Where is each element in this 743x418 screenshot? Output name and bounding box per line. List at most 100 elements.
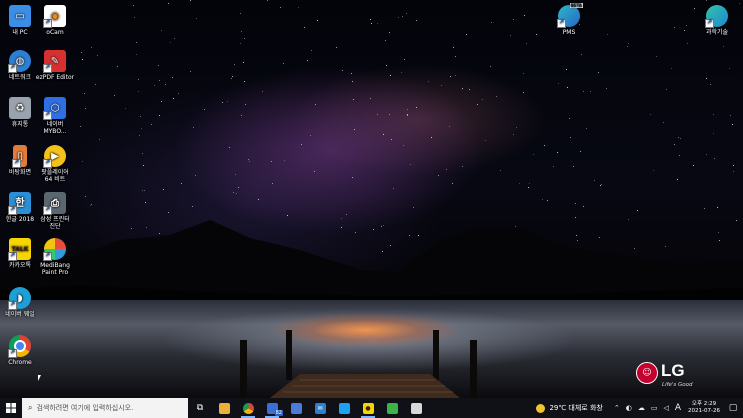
star bbox=[466, 34, 467, 35]
star bbox=[678, 137, 679, 138]
desktop-icon-ocam[interactable]: ◉ ↗ oCam bbox=[35, 5, 75, 36]
star bbox=[694, 8, 695, 9]
desktop-icon-potplayer[interactable]: ▶ ↗ 팟플레이어 64 비트 bbox=[35, 145, 75, 183]
recycle-bin-icon: ♻ bbox=[9, 97, 31, 119]
star bbox=[706, 154, 707, 155]
weather-widget[interactable]: 29℃ 대체로 화창 bbox=[536, 403, 603, 413]
star bbox=[491, 22, 492, 23]
desktop-icon-kakaotalk[interactable]: TALK ↗ 카카오톡 bbox=[0, 238, 40, 269]
star bbox=[351, 73, 352, 74]
taskbar-store[interactable] bbox=[284, 398, 308, 418]
star bbox=[136, 54, 137, 55]
desktop-icon-samsung-printer[interactable]: ⎙ ↗ 삼성 프린터 진단 bbox=[35, 192, 75, 230]
desktop-icon-network[interactable]: ◍ ↗ 네트워크 bbox=[0, 50, 40, 81]
desktop-icon-recycle-bin[interactable]: ♻ 휴지통 bbox=[0, 97, 40, 128]
star bbox=[283, 63, 284, 64]
star bbox=[723, 46, 724, 47]
star bbox=[733, 165, 734, 166]
star bbox=[234, 64, 235, 65]
star bbox=[706, 78, 707, 79]
star bbox=[190, 71, 191, 72]
taskbar-kakaotalk[interactable]: ● bbox=[356, 398, 380, 418]
star bbox=[523, 92, 524, 93]
star bbox=[580, 151, 581, 152]
folder-icon bbox=[218, 402, 230, 414]
notification-center-icon[interactable]: ▢ bbox=[726, 403, 740, 413]
desktop-icon-science-tech[interactable]: ↗ 과학기술 bbox=[697, 5, 737, 36]
mouse-cursor-icon bbox=[38, 375, 41, 381]
star bbox=[490, 66, 491, 67]
star bbox=[161, 101, 162, 102]
network-tray-icon[interactable]: ▭ bbox=[651, 404, 658, 412]
star bbox=[687, 43, 688, 44]
mail-icon: ✉ bbox=[314, 402, 326, 414]
desktop-icon-medibang[interactable]: ↗ MediBang Paint Pro bbox=[35, 238, 75, 276]
star bbox=[142, 153, 143, 154]
star bbox=[529, 183, 530, 184]
star bbox=[677, 179, 678, 180]
star bbox=[679, 155, 680, 156]
star bbox=[271, 161, 272, 162]
desktop-icon-naver-whale[interactable]: ◗ ↗ 네이버 웨일 bbox=[0, 287, 40, 318]
taskbar-hwp[interactable] bbox=[404, 398, 428, 418]
star bbox=[158, 65, 159, 66]
star bbox=[455, 75, 456, 76]
taskbar-mail[interactable]: ✉ bbox=[308, 398, 332, 418]
search-icon: ⌕ bbox=[28, 403, 33, 412]
star bbox=[141, 128, 142, 129]
speaker-icon[interactable]: ◁ bbox=[663, 404, 668, 412]
star bbox=[85, 108, 86, 109]
desktop-icon-chrome[interactable]: ↗ Chrome bbox=[0, 335, 40, 366]
potplayer-icon: ▶ ↗ bbox=[43, 145, 66, 168]
star bbox=[262, 91, 263, 92]
star bbox=[229, 147, 230, 148]
star bbox=[165, 84, 166, 85]
taskbar-file-explorer[interactable] bbox=[212, 398, 236, 418]
star bbox=[416, 107, 417, 108]
star bbox=[684, 30, 685, 31]
desktop-icon-this-pc[interactable]: ▭ 내 PC bbox=[0, 5, 40, 36]
star bbox=[193, 127, 194, 128]
star bbox=[553, 166, 554, 167]
desktop-icon-pms[interactable]: BETA ↗ PMS bbox=[549, 3, 589, 36]
taskbar-calendar[interactable]: 82 bbox=[260, 398, 284, 418]
start-button[interactable] bbox=[0, 398, 22, 418]
star bbox=[510, 35, 511, 36]
hangul-icon: 한 ↗ bbox=[8, 192, 31, 215]
desktop-icon-hangul[interactable]: 한 ↗ 한글 2018 bbox=[0, 192, 40, 223]
star bbox=[438, 175, 439, 176]
star bbox=[469, 89, 470, 90]
star bbox=[496, 96, 497, 97]
wooden-pier bbox=[240, 330, 477, 398]
star bbox=[606, 88, 607, 89]
task-view-icon: ⧉ bbox=[196, 403, 204, 413]
star bbox=[393, 188, 394, 189]
star bbox=[441, 85, 442, 86]
star bbox=[134, 17, 135, 18]
chevron-up-icon[interactable]: ⌃ bbox=[614, 404, 620, 412]
taskbar: ⌕ 검색하려면 여기에 입력하십시오. ⧉ 82 ✉ ● 29℃ 대체로 화창 … bbox=[0, 398, 743, 418]
star bbox=[196, 18, 197, 19]
taskbar-chrome[interactable] bbox=[236, 398, 260, 418]
cloud-icon[interactable]: ☁ bbox=[638, 404, 645, 412]
desktop-icon-ezpdf[interactable]: ✎ ↗ ezPDF Editor bbox=[35, 50, 75, 81]
star bbox=[245, 104, 246, 105]
star bbox=[370, 19, 371, 20]
ime-icon[interactable]: ◐ bbox=[626, 404, 632, 412]
taskbar-clock[interactable]: 오후 2:29 2021-07-26 bbox=[688, 401, 720, 415]
sun-icon bbox=[536, 403, 546, 413]
taskbar-green-app[interactable] bbox=[380, 398, 404, 418]
chrome-icon: ↗ bbox=[8, 335, 31, 358]
edge-icon: ↗ bbox=[705, 5, 728, 28]
desktop-icon-wallpaper[interactable]: ▯ ↗ 바탕화면 bbox=[0, 145, 40, 176]
star bbox=[713, 114, 714, 115]
taskbar-bird-app[interactable] bbox=[332, 398, 356, 418]
star bbox=[628, 43, 629, 44]
wallpaper-icon: ▯ ↗ bbox=[12, 145, 27, 168]
star bbox=[452, 183, 453, 184]
desktop-icon-naver-mybox[interactable]: ⬡ ↗ 네이버 MYBO... bbox=[35, 97, 75, 135]
task-view-button[interactable]: ⧉ bbox=[188, 398, 212, 418]
taskbar-search-box[interactable]: ⌕ 검색하려면 여기에 입력하십시오. bbox=[22, 398, 188, 418]
star bbox=[236, 193, 237, 194]
input-mode-indicator[interactable]: A bbox=[675, 403, 681, 413]
